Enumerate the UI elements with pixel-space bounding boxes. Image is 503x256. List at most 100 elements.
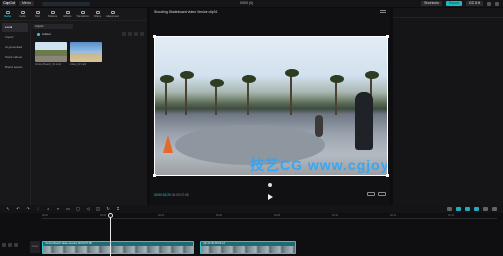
tab-effects[interactable]: Effects [60, 8, 75, 20]
delete-icon[interactable]: ▭ [66, 207, 70, 211]
video-clip[interactable]: clip 02 00:00:04:12 [200, 241, 296, 254]
tab-transitions[interactable]: Transitions [75, 8, 90, 20]
tab-audio[interactable]: Audio [15, 8, 30, 20]
split-right-icon[interactable]: ⫟ [56, 207, 60, 211]
play-icon[interactable] [268, 194, 273, 200]
split-left-icon[interactable]: ⫞ [46, 207, 50, 211]
playhead[interactable] [110, 213, 111, 256]
track-controls [2, 243, 18, 247]
clip-filmstrip [43, 246, 193, 253]
fullscreen-icon[interactable] [378, 192, 386, 196]
tab-label: Text [35, 14, 40, 18]
skater-background [315, 115, 323, 137]
tick-label: 00:00 [42, 214, 48, 217]
video-preview[interactable]: 技艺CG www.cgjoy.cn [154, 36, 388, 176]
subnav-item-brand-assets[interactable]: Brand assets [2, 63, 28, 72]
tick-label: 00:12 [390, 214, 396, 217]
tick-label: 00:02 [100, 214, 106, 217]
media-icon [5, 10, 10, 14]
crop-handle[interactable] [386, 35, 389, 38]
split-icon[interactable]: ⁞ [36, 207, 40, 211]
list-view-icon[interactable] [140, 32, 144, 36]
video-clip[interactable]: Venice Beach skate session 00:00:07:08 [42, 241, 194, 254]
subnav-item-import[interactable]: Import [2, 33, 28, 42]
tab-label: Adjustment [106, 14, 119, 18]
minimize-icon[interactable] [487, 1, 491, 6]
skater-foreground [355, 92, 373, 150]
zoom-out-icon[interactable] [483, 207, 488, 211]
zoom-in-icon[interactable] [492, 207, 497, 211]
media-thumbnail[interactable]: video_02.mp4 [70, 42, 102, 66]
grid-view-icon[interactable] [134, 32, 138, 36]
thumbnail-caption: video_02.mp4 [70, 63, 87, 66]
ratio-button[interactable] [367, 192, 375, 196]
timeline-toolbar: ↖ ↶ ↷ ⁞ ⫞ ⫟ ▭ ▢ ◁ ◫ ↻ ⌗ [0, 205, 503, 213]
lock-icon[interactable] [2, 243, 6, 247]
filter-icon[interactable] [128, 32, 132, 36]
tab-text[interactable]: Text [30, 8, 45, 20]
adjust-icon [110, 10, 115, 14]
subnav-item-local[interactable]: Local [2, 23, 28, 32]
shortcuts-button[interactable]: Shortcuts [421, 1, 442, 6]
palm-fronds [180, 71, 194, 79]
media-area: Import Added Venice Beach_01.mp4 video_0… [33, 22, 146, 205]
link-icon[interactable] [465, 207, 470, 211]
reverse-icon[interactable]: ◁ [86, 207, 90, 211]
duration: 00:00:07:08 [171, 193, 189, 197]
speaker-icon[interactable] [14, 243, 18, 247]
crop-icon[interactable]: ⌗ [116, 207, 120, 211]
tab-adjustment[interactable]: Adjustment [105, 8, 120, 20]
player-controls [367, 192, 386, 196]
menu-button[interactable]: Menu [19, 1, 34, 6]
rotate-icon[interactable]: ↻ [106, 207, 110, 211]
sort-icon[interactable] [122, 32, 126, 36]
subnav-item-ai-generated[interactable]: AI generated [2, 43, 28, 52]
added-toggle[interactable] [37, 32, 40, 36]
tab-label: Effects [63, 14, 72, 18]
cover-button[interactable]: Cover [30, 241, 40, 253]
properties-header [393, 8, 503, 18]
thumbnail-image [35, 42, 67, 62]
filter-label: Added [42, 32, 51, 36]
preview-axis-icon[interactable] [474, 207, 479, 211]
properties-panel [393, 8, 503, 205]
timecode: 00:00:02:20 00:00:07:08 [154, 193, 189, 197]
undo-icon[interactable]: ↶ [16, 207, 20, 211]
app-logo: CapCut [2, 1, 16, 6]
text-icon [35, 10, 40, 14]
redo-icon[interactable]: ↷ [26, 207, 30, 211]
close-icon[interactable] [495, 1, 499, 6]
version-badge: CC 0.9 [466, 1, 483, 6]
tool-tabs: Media Audio Text Stickers Effects Transi… [0, 8, 147, 21]
freeze-icon[interactable]: ▢ [76, 207, 80, 211]
mic-icon[interactable] [447, 207, 452, 211]
import-button[interactable]: Import [33, 23, 73, 29]
crop-handle[interactable] [386, 174, 389, 177]
player-menu-icon[interactable] [380, 10, 386, 13]
project-pill[interactable] [41, 1, 90, 6]
magnet-icon[interactable] [456, 207, 461, 211]
view-options [122, 32, 144, 36]
tick-label: 00:04 [158, 214, 164, 217]
rotate-handle[interactable] [268, 183, 272, 187]
palm-fronds [160, 75, 174, 83]
subnav-item-stock-videos[interactable]: Stock videos [2, 53, 28, 62]
timeline[interactable]: 00:00 00:02 00:04 00:06 00:08 00:10 00:1… [0, 213, 503, 256]
crop-handle[interactable] [153, 35, 156, 38]
playhead-handle[interactable] [108, 213, 113, 218]
tab-stickers[interactable]: Stickers [45, 8, 60, 20]
title-bar: CapCut Menu 0903 (4) Shortcuts Export CC… [0, 0, 503, 7]
media-thumbnail[interactable]: Venice Beach_01.mp4 [35, 42, 67, 66]
select-icon[interactable]: ↖ [6, 207, 10, 211]
tab-filters[interactable]: Filters [90, 8, 105, 20]
audio-icon [20, 10, 25, 14]
watermark: 技艺CG www.cgjoy.cn [250, 157, 388, 173]
export-button[interactable]: Export [445, 1, 463, 6]
tab-media[interactable]: Media [0, 8, 15, 20]
palm-fronds [330, 75, 344, 83]
filter-icon [95, 10, 100, 14]
eye-icon[interactable] [8, 243, 12, 247]
mirror-icon[interactable]: ◫ [96, 207, 100, 211]
crop-handle[interactable] [153, 174, 156, 177]
tab-label: Filters [93, 14, 102, 18]
